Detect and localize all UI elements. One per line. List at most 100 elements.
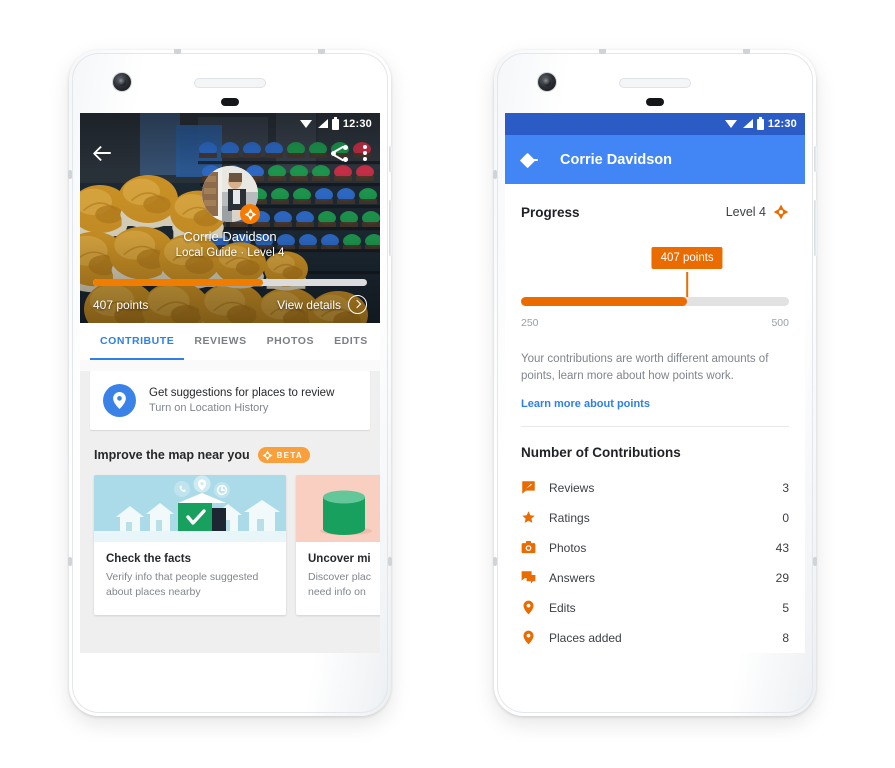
phone-right: 12:30 Corrie Davidson Progress Level 4 4…	[493, 49, 817, 716]
frame-side-mark	[493, 170, 497, 179]
frame-antenna-mark	[599, 49, 606, 54]
local-guide-badge-icon	[773, 204, 789, 220]
card-uncover-missing[interactable]: Uncover mi Discover plac need info on	[296, 475, 380, 616]
profile-block: Corrie Davidson Local Guide · Level 4	[80, 166, 380, 259]
contribution-label: Ratings	[549, 510, 590, 525]
contribution-label: Answers	[549, 570, 596, 585]
status-bar: 12:30	[505, 113, 805, 135]
card-description: Discover plac need info on	[308, 570, 380, 600]
points-progress-bar	[93, 279, 367, 286]
battery-icon	[756, 116, 764, 130]
level-label: Level 4	[725, 205, 766, 219]
contribution-value: 8	[782, 630, 789, 645]
back-arrow-icon[interactable]	[520, 150, 540, 170]
contribution-value: 3	[782, 480, 789, 495]
contribution-value: 5	[782, 600, 789, 615]
hero-progress-area: 407 points View details	[80, 279, 380, 323]
card-desc-line2: need info on	[308, 586, 366, 599]
contribution-row[interactable]: Places added 8	[521, 623, 789, 653]
points-progress-fill	[93, 279, 263, 286]
tab-active-indicator	[90, 357, 184, 360]
card-description: Verify info that people suggested about …	[106, 571, 259, 599]
overflow-menu-icon[interactable]	[363, 145, 367, 161]
frame-antenna-mark	[743, 49, 750, 54]
contribution-row[interactable]: Photos 43	[521, 533, 789, 563]
learn-more-link[interactable]: Learn more about points	[521, 398, 789, 410]
earpiece-speaker	[619, 78, 691, 88]
contribution-row[interactable]: Edits 5	[521, 593, 789, 623]
edit-pin-icon	[521, 600, 536, 615]
shapes-illustration	[296, 475, 380, 542]
contribution-row[interactable]: Reviews 3	[521, 473, 789, 503]
place-pin-icon	[521, 630, 536, 645]
wifi-icon	[299, 119, 313, 129]
tooltip-stem	[686, 272, 688, 298]
avatar[interactable]	[202, 166, 260, 224]
progress-panel: Progress Level 4 407 points 250 500 Your…	[505, 184, 805, 653]
points-row: 407 points View details	[93, 295, 367, 314]
profile-hero: Corrie Davidson Local Guide · Level 4 40…	[80, 113, 380, 323]
card-check-the-facts[interactable]: Check the facts Verify info that people …	[94, 475, 286, 616]
contribution-label: Photos	[549, 540, 587, 555]
points-tooltip: 407 points	[651, 247, 723, 269]
volume-button[interactable]	[814, 146, 817, 172]
view-details-button[interactable]: View details	[277, 295, 367, 314]
status-time: 12:30	[767, 118, 797, 130]
progress-heading: Progress	[521, 204, 580, 220]
hero-toolbar	[80, 139, 380, 167]
points-description: Your contributions are worth different a…	[521, 353, 769, 383]
frame-side-mark	[493, 557, 497, 566]
points-progress-fill	[521, 297, 688, 306]
page-title: Corrie Davidson	[560, 151, 672, 168]
frame-side-mark	[388, 557, 392, 566]
tab-photos[interactable]: PHOTOS	[257, 323, 324, 360]
wifi-icon	[724, 119, 738, 129]
location-pin-icon	[103, 384, 136, 417]
profile-name: Corrie Davidson	[183, 229, 277, 244]
card-title: Uncover mi	[308, 553, 371, 565]
contribution-label: Places added	[549, 630, 622, 645]
suggestion-cards: Check the facts Verify info that people …	[94, 475, 380, 616]
tab-edits[interactable]: EDITS	[324, 323, 378, 360]
status-bar: 12:30	[80, 113, 380, 135]
contribution-value: 29	[775, 570, 789, 585]
back-arrow-icon[interactable]	[93, 143, 113, 163]
beta-badge-label: BETA	[276, 450, 303, 460]
contributions-heading: Number of Contributions	[521, 444, 681, 460]
screen-right: 12:30 Corrie Davidson Progress Level 4 4…	[505, 113, 805, 653]
volume-button[interactable]	[389, 146, 392, 172]
screen-left: 12:30 Corrie Davidson Local Guide · Leve…	[80, 113, 380, 653]
suggestions-title: Get suggestions for places to review	[149, 387, 335, 399]
frame-side-mark	[68, 557, 72, 566]
contribution-row[interactable]: Answers 29	[521, 563, 789, 593]
hero-actions	[331, 144, 367, 162]
contribution-value: 0	[782, 510, 789, 525]
camera-icon	[521, 540, 536, 555]
review-icon	[521, 480, 536, 495]
front-camera-icon	[538, 73, 556, 91]
power-button[interactable]	[814, 200, 817, 256]
status-time: 12:30	[342, 118, 372, 130]
contribution-label: Reviews	[549, 480, 595, 495]
power-button[interactable]	[389, 200, 392, 256]
tab-contribute[interactable]: CONTRIBUTE	[90, 323, 184, 360]
frame-side-mark	[813, 557, 817, 566]
neighborhood-illustration	[94, 475, 286, 542]
answers-icon	[521, 570, 536, 585]
card-text: Uncover mi Discover plac need info on	[296, 542, 380, 615]
tab-reviews[interactable]: REVIEWS	[184, 323, 256, 360]
contribution-label: Edits	[549, 600, 576, 615]
suggestions-text: Get suggestions for places to review Tur…	[149, 387, 334, 414]
card-title: Check the facts	[106, 553, 192, 565]
frame-antenna-mark	[174, 49, 181, 54]
divider	[521, 425, 789, 427]
share-icon[interactable]	[331, 144, 348, 162]
contribution-row[interactable]: Ratings 0	[521, 503, 789, 533]
gauge-tick-max: 500	[771, 317, 789, 329]
suggestions-subtitle: Turn on Location History	[149, 402, 269, 414]
star-icon	[521, 510, 536, 525]
suggestions-card[interactable]: Get suggestions for places to review Tur…	[90, 371, 370, 430]
view-details-label: View details	[277, 297, 341, 312]
chevron-right-icon	[348, 295, 367, 314]
gauge-ticks: 250 500	[521, 317, 789, 329]
